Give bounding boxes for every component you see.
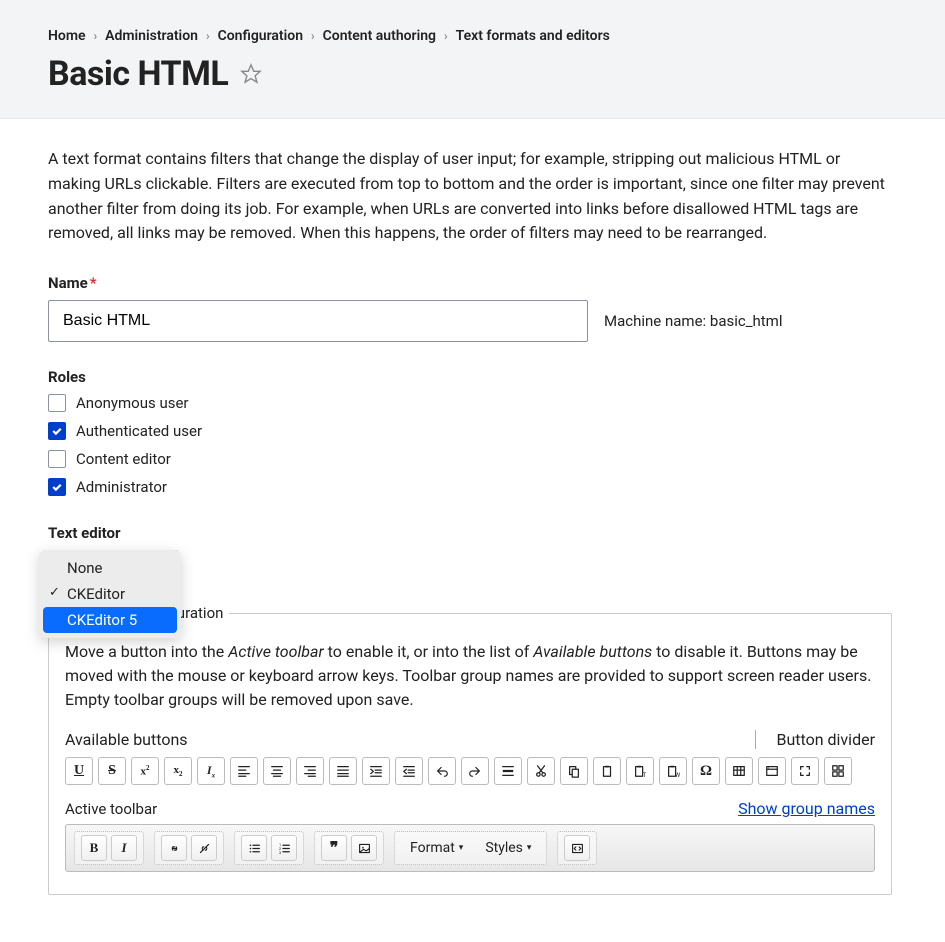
chevron-right-icon: › bbox=[94, 29, 98, 43]
dropdown-option-none[interactable]: None bbox=[39, 555, 181, 581]
paste-button[interactable] bbox=[593, 757, 621, 785]
subscript-button[interactable]: x2 bbox=[164, 757, 192, 785]
text-editor-dropdown: NoneCKEditorCKEditor 5 bbox=[39, 550, 181, 638]
styles-dropdown[interactable]: Styles ▾ bbox=[476, 835, 540, 861]
machine-name-text: Machine name: basic_html bbox=[604, 312, 782, 330]
breadcrumb-text-formats[interactable]: Text formats and editors bbox=[456, 28, 610, 44]
svg-text:3: 3 bbox=[278, 850, 281, 855]
breadcrumb-administration[interactable]: Administration bbox=[105, 28, 198, 44]
name-input[interactable] bbox=[48, 300, 588, 342]
link-button[interactable] bbox=[161, 835, 187, 861]
format-dropdown[interactable]: Format ▾ bbox=[401, 835, 472, 861]
chevron-right-icon: › bbox=[444, 29, 448, 43]
role-label: Anonymous user bbox=[76, 394, 189, 412]
role-checkbox-0[interactable] bbox=[48, 394, 66, 412]
intro-text: A text format contains filters that chan… bbox=[48, 147, 892, 246]
show-group-names-link[interactable]: Show group names bbox=[738, 799, 875, 818]
role-checkbox-3[interactable] bbox=[48, 478, 66, 496]
strike-button[interactable]: S bbox=[98, 757, 126, 785]
page-title: Basic HTML bbox=[48, 54, 228, 94]
blockquote-button[interactable]: ❞ bbox=[321, 835, 347, 861]
active-toolbar-label: Active toolbar bbox=[65, 800, 157, 818]
dropdown-option-ckeditor-5[interactable]: CKEditor 5 bbox=[43, 607, 177, 633]
table-button[interactable] bbox=[725, 757, 753, 785]
special-char-button[interactable]: Ω bbox=[692, 757, 720, 785]
horizontal-rule-button[interactable] bbox=[494, 757, 522, 785]
copy-button[interactable] bbox=[560, 757, 588, 785]
breadcrumb-configuration[interactable]: Configuration bbox=[218, 28, 303, 44]
align-center-button[interactable] bbox=[263, 757, 291, 785]
role-checkbox-2[interactable] bbox=[48, 450, 66, 468]
chevron-right-icon: › bbox=[311, 29, 315, 43]
toolbar-group[interactable] bbox=[154, 831, 224, 865]
chevron-right-icon: › bbox=[206, 29, 210, 43]
justify-button[interactable] bbox=[329, 757, 357, 785]
unlink-button[interactable] bbox=[191, 835, 217, 861]
cut-button[interactable] bbox=[527, 757, 555, 785]
dropdown-option-ckeditor[interactable]: CKEditor bbox=[39, 581, 181, 607]
superscript-button[interactable]: x2 bbox=[131, 757, 159, 785]
page-header: Home › Administration › Configuration › … bbox=[0, 0, 945, 119]
breadcrumb-content-authoring[interactable]: Content authoring bbox=[323, 28, 436, 44]
underline-button[interactable]: U bbox=[65, 757, 93, 785]
align-left-button[interactable] bbox=[230, 757, 258, 785]
image-button[interactable] bbox=[351, 835, 377, 861]
toolbar-config-description: Move a button into the Active toolbar to… bbox=[65, 640, 875, 712]
available-buttons-grid: USx2x2IxTWΩ bbox=[65, 757, 875, 785]
roles-label: Roles bbox=[48, 368, 892, 386]
text-editor-label: Text editor bbox=[48, 524, 892, 542]
numbered-list-button[interactable]: 123 bbox=[271, 835, 297, 861]
name-label: Name* bbox=[48, 274, 892, 292]
outdent-button[interactable] bbox=[395, 757, 423, 785]
redo-button[interactable] bbox=[461, 757, 489, 785]
toolbar-group[interactable]: 123 bbox=[234, 831, 304, 865]
svg-text:W: W bbox=[675, 772, 680, 778]
align-right-button[interactable] bbox=[296, 757, 324, 785]
undo-button[interactable] bbox=[428, 757, 456, 785]
button-divider-label: Button divider bbox=[776, 730, 875, 749]
toolbar-group[interactable]: BI bbox=[74, 831, 144, 865]
source-button[interactable] bbox=[564, 835, 590, 861]
bullet-list-button[interactable] bbox=[241, 835, 267, 861]
maximize-button[interactable] bbox=[791, 757, 819, 785]
paste-word-button[interactable]: W bbox=[659, 757, 687, 785]
available-buttons-label: Available buttons bbox=[65, 730, 188, 749]
indent-button[interactable] bbox=[362, 757, 390, 785]
role-label: Content editor bbox=[76, 450, 171, 468]
star-icon[interactable] bbox=[240, 63, 262, 85]
role-label: Authenticated user bbox=[76, 422, 202, 440]
iframe-button[interactable] bbox=[758, 757, 786, 785]
breadcrumb: Home › Administration › Configuration › … bbox=[48, 28, 897, 44]
svg-text:T: T bbox=[643, 772, 647, 778]
italic-button[interactable]: I bbox=[111, 835, 137, 861]
toolbar-configuration-fieldset: Toolbar configuration Move a button into… bbox=[48, 604, 892, 895]
remove-format-button[interactable]: Ix bbox=[197, 757, 225, 785]
toolbar-group[interactable]: ❞ bbox=[314, 831, 384, 865]
show-blocks-button[interactable] bbox=[824, 757, 852, 785]
bold-button[interactable]: B bbox=[81, 835, 107, 861]
role-label: Administrator bbox=[76, 478, 167, 496]
role-checkbox-1[interactable] bbox=[48, 422, 66, 440]
paste-text-button[interactable]: T bbox=[626, 757, 654, 785]
toolbar-group[interactable]: Format ▾Styles ▾ bbox=[394, 831, 547, 865]
active-toolbar[interactable]: BI 123 ❞ Format ▾Styles ▾ bbox=[65, 824, 875, 872]
breadcrumb-home[interactable]: Home bbox=[48, 28, 86, 44]
toolbar-group[interactable] bbox=[557, 831, 597, 865]
